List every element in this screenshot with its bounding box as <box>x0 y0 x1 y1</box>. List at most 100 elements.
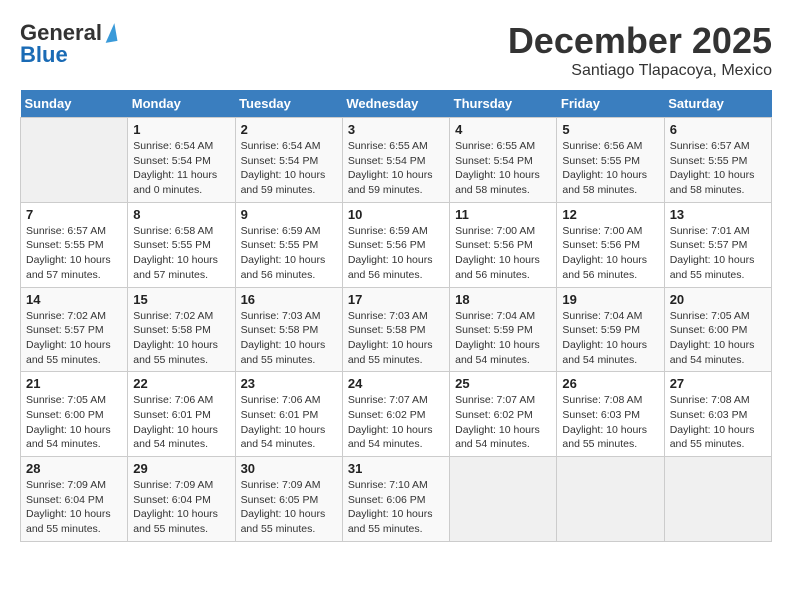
table-row: 31 Sunrise: 7:10 AMSunset: 6:06 PMDayligh… <box>342 457 449 542</box>
table-row: 15 Sunrise: 7:02 AMSunset: 5:58 PMDayligh… <box>128 287 235 372</box>
col-monday: Monday <box>128 90 235 118</box>
table-row: 11Sunrise: 7:00 AMSunset: 5:56 PMDayligh… <box>450 202 557 287</box>
day-number: 11 <box>455 207 551 222</box>
day-info: Sunrise: 7:05 AMSunset: 6:00 PMDaylight:… <box>670 309 766 368</box>
day-info: Sunrise: 7:02 AMSunset: 5:57 PMDaylight:… <box>26 309 122 368</box>
day-info: Sunrise: 6:54 AMSunset: 5:54 PMDaylight:… <box>133 139 229 198</box>
day-number: 13 <box>670 207 766 222</box>
col-thursday: Thursday <box>450 90 557 118</box>
day-number: 4 <box>455 122 551 137</box>
day-number: 15 <box>133 292 229 307</box>
day-info: Sunrise: 6:59 AMSunset: 5:55 PMDaylight:… <box>241 224 337 283</box>
table-row: 26 Sunrise: 7:08 AMSunset: 6:03 PMDayligh… <box>557 372 664 457</box>
day-info: Sunrise: 7:10 AMSunset: 6:06 PMDaylight:… <box>348 478 444 537</box>
day-number: 30 <box>241 461 337 476</box>
table-row: 16Sunrise: 7:03 AMSunset: 5:58 PMDayligh… <box>235 287 342 372</box>
day-info: Sunrise: 6:58 AMSunset: 5:55 PMDaylight:… <box>133 224 229 283</box>
day-info: Sunrise: 7:08 AMSunset: 6:03 PMDaylight:… <box>670 393 766 452</box>
day-info: Sunrise: 7:00 AMSunset: 5:56 PMDaylight:… <box>562 224 658 283</box>
table-row: 6Sunrise: 6:57 AMSunset: 5:55 PMDaylight… <box>664 118 771 203</box>
table-row: 23 Sunrise: 7:06 AMSunset: 6:01 PMDayligh… <box>235 372 342 457</box>
table-row: 5 Sunrise: 6:56 AMSunset: 5:55 PMDaylight… <box>557 118 664 203</box>
calendar-week-row: 1 Sunrise: 6:54 AMSunset: 5:54 PMDaylight… <box>21 118 772 203</box>
table-row: 7Sunrise: 6:57 AMSunset: 5:55 PMDaylight… <box>21 202 128 287</box>
table-row: 25 Sunrise: 7:07 AMSunset: 6:02 PMDayligh… <box>450 372 557 457</box>
day-info: Sunrise: 7:04 AMSunset: 5:59 PMDaylight:… <box>455 309 551 368</box>
table-row: 21 Sunrise: 7:05 AMSunset: 6:00 PMDayligh… <box>21 372 128 457</box>
col-sunday: Sunday <box>21 90 128 118</box>
day-info: Sunrise: 7:04 AMSunset: 5:59 PMDaylight:… <box>562 309 658 368</box>
day-info: Sunrise: 7:08 AMSunset: 6:03 PMDaylight:… <box>562 393 658 452</box>
day-info: Sunrise: 6:55 AMSunset: 5:54 PMDaylight:… <box>455 139 551 198</box>
table-row: 19 Sunrise: 7:04 AMSunset: 5:59 PMDayligh… <box>557 287 664 372</box>
day-number: 25 <box>455 376 551 391</box>
day-info: Sunrise: 7:06 AMSunset: 6:01 PMDaylight:… <box>241 393 337 452</box>
table-row: 24 Sunrise: 7:07 AMSunset: 6:02 PMDayligh… <box>342 372 449 457</box>
day-info: Sunrise: 6:56 AMSunset: 5:55 PMDaylight:… <box>562 139 658 198</box>
day-info: Sunrise: 7:03 AMSunset: 5:58 PMDaylight:… <box>241 309 337 368</box>
table-row <box>557 457 664 542</box>
table-row: 18 Sunrise: 7:04 AMSunset: 5:59 PMDayligh… <box>450 287 557 372</box>
day-number: 19 <box>562 292 658 307</box>
day-number: 12 <box>562 207 658 222</box>
table-row: 3Sunrise: 6:55 AMSunset: 5:54 PMDaylight… <box>342 118 449 203</box>
day-number: 20 <box>670 292 766 307</box>
day-info: Sunrise: 7:07 AMSunset: 6:02 PMDaylight:… <box>455 393 551 452</box>
col-saturday: Saturday <box>664 90 771 118</box>
day-number: 24 <box>348 376 444 391</box>
calendar-week-row: 21 Sunrise: 7:05 AMSunset: 6:00 PMDayligh… <box>21 372 772 457</box>
table-row: 10 Sunrise: 6:59 AMSunset: 5:56 PMDayligh… <box>342 202 449 287</box>
day-number: 31 <box>348 461 444 476</box>
day-number: 26 <box>562 376 658 391</box>
day-info: Sunrise: 6:57 AMSunset: 5:55 PMDaylight:… <box>670 139 766 198</box>
page-title: December 2025 <box>508 20 772 62</box>
day-info: Sunrise: 7:09 AMSunset: 6:04 PMDaylight:… <box>26 478 122 537</box>
day-info: Sunrise: 7:07 AMSunset: 6:02 PMDaylight:… <box>348 393 444 452</box>
day-number: 27 <box>670 376 766 391</box>
logo-blue-text: Blue <box>20 42 68 68</box>
day-info: Sunrise: 7:05 AMSunset: 6:00 PMDaylight:… <box>26 393 122 452</box>
day-number: 1 <box>133 122 229 137</box>
table-row: 29 Sunrise: 7:09 AMSunset: 6:04 PMDayligh… <box>128 457 235 542</box>
day-number: 18 <box>455 292 551 307</box>
day-number: 9 <box>241 207 337 222</box>
table-row: 17Sunrise: 7:03 AMSunset: 5:58 PMDayligh… <box>342 287 449 372</box>
day-number: 29 <box>133 461 229 476</box>
day-number: 23 <box>241 376 337 391</box>
day-number: 14 <box>26 292 122 307</box>
table-row: 4 Sunrise: 6:55 AMSunset: 5:54 PMDaylight… <box>450 118 557 203</box>
table-row: 12 Sunrise: 7:00 AMSunset: 5:56 PMDayligh… <box>557 202 664 287</box>
calendar-week-row: 7Sunrise: 6:57 AMSunset: 5:55 PMDaylight… <box>21 202 772 287</box>
table-row: 20 Sunrise: 7:05 AMSunset: 6:00 PMDayligh… <box>664 287 771 372</box>
table-row: 27 Sunrise: 7:08 AMSunset: 6:03 PMDayligh… <box>664 372 771 457</box>
col-tuesday: Tuesday <box>235 90 342 118</box>
table-row <box>21 118 128 203</box>
day-number: 2 <box>241 122 337 137</box>
table-row: 8 Sunrise: 6:58 AMSunset: 5:55 PMDaylight… <box>128 202 235 287</box>
day-number: 8 <box>133 207 229 222</box>
table-row: 28Sunrise: 7:09 AMSunset: 6:04 PMDayligh… <box>21 457 128 542</box>
table-row: 22Sunrise: 7:06 AMSunset: 6:01 PMDayligh… <box>128 372 235 457</box>
calendar-week-row: 14 Sunrise: 7:02 AMSunset: 5:57 PMDayligh… <box>21 287 772 372</box>
day-info: Sunrise: 7:02 AMSunset: 5:58 PMDaylight:… <box>133 309 229 368</box>
day-number: 3 <box>348 122 444 137</box>
day-info: Sunrise: 7:01 AMSunset: 5:57 PMDaylight:… <box>670 224 766 283</box>
day-number: 7 <box>26 207 122 222</box>
day-info: Sunrise: 7:06 AMSunset: 6:01 PMDaylight:… <box>133 393 229 452</box>
table-row <box>450 457 557 542</box>
logo: General Blue <box>20 20 116 68</box>
table-row <box>664 457 771 542</box>
col-wednesday: Wednesday <box>342 90 449 118</box>
day-info: Sunrise: 7:09 AMSunset: 6:05 PMDaylight:… <box>241 478 337 537</box>
calendar-header-row: Sunday Monday Tuesday Wednesday Thursday… <box>21 90 772 118</box>
day-info: Sunrise: 6:59 AMSunset: 5:56 PMDaylight:… <box>348 224 444 283</box>
day-info: Sunrise: 7:09 AMSunset: 6:04 PMDaylight:… <box>133 478 229 537</box>
day-number: 10 <box>348 207 444 222</box>
table-row: 14 Sunrise: 7:02 AMSunset: 5:57 PMDayligh… <box>21 287 128 372</box>
table-row: 13 Sunrise: 7:01 AMSunset: 5:57 PMDayligh… <box>664 202 771 287</box>
table-row: 2Sunrise: 6:54 AMSunset: 5:54 PMDaylight… <box>235 118 342 203</box>
day-number: 17 <box>348 292 444 307</box>
calendar-table: Sunday Monday Tuesday Wednesday Thursday… <box>20 90 772 542</box>
day-number: 5 <box>562 122 658 137</box>
day-number: 21 <box>26 376 122 391</box>
